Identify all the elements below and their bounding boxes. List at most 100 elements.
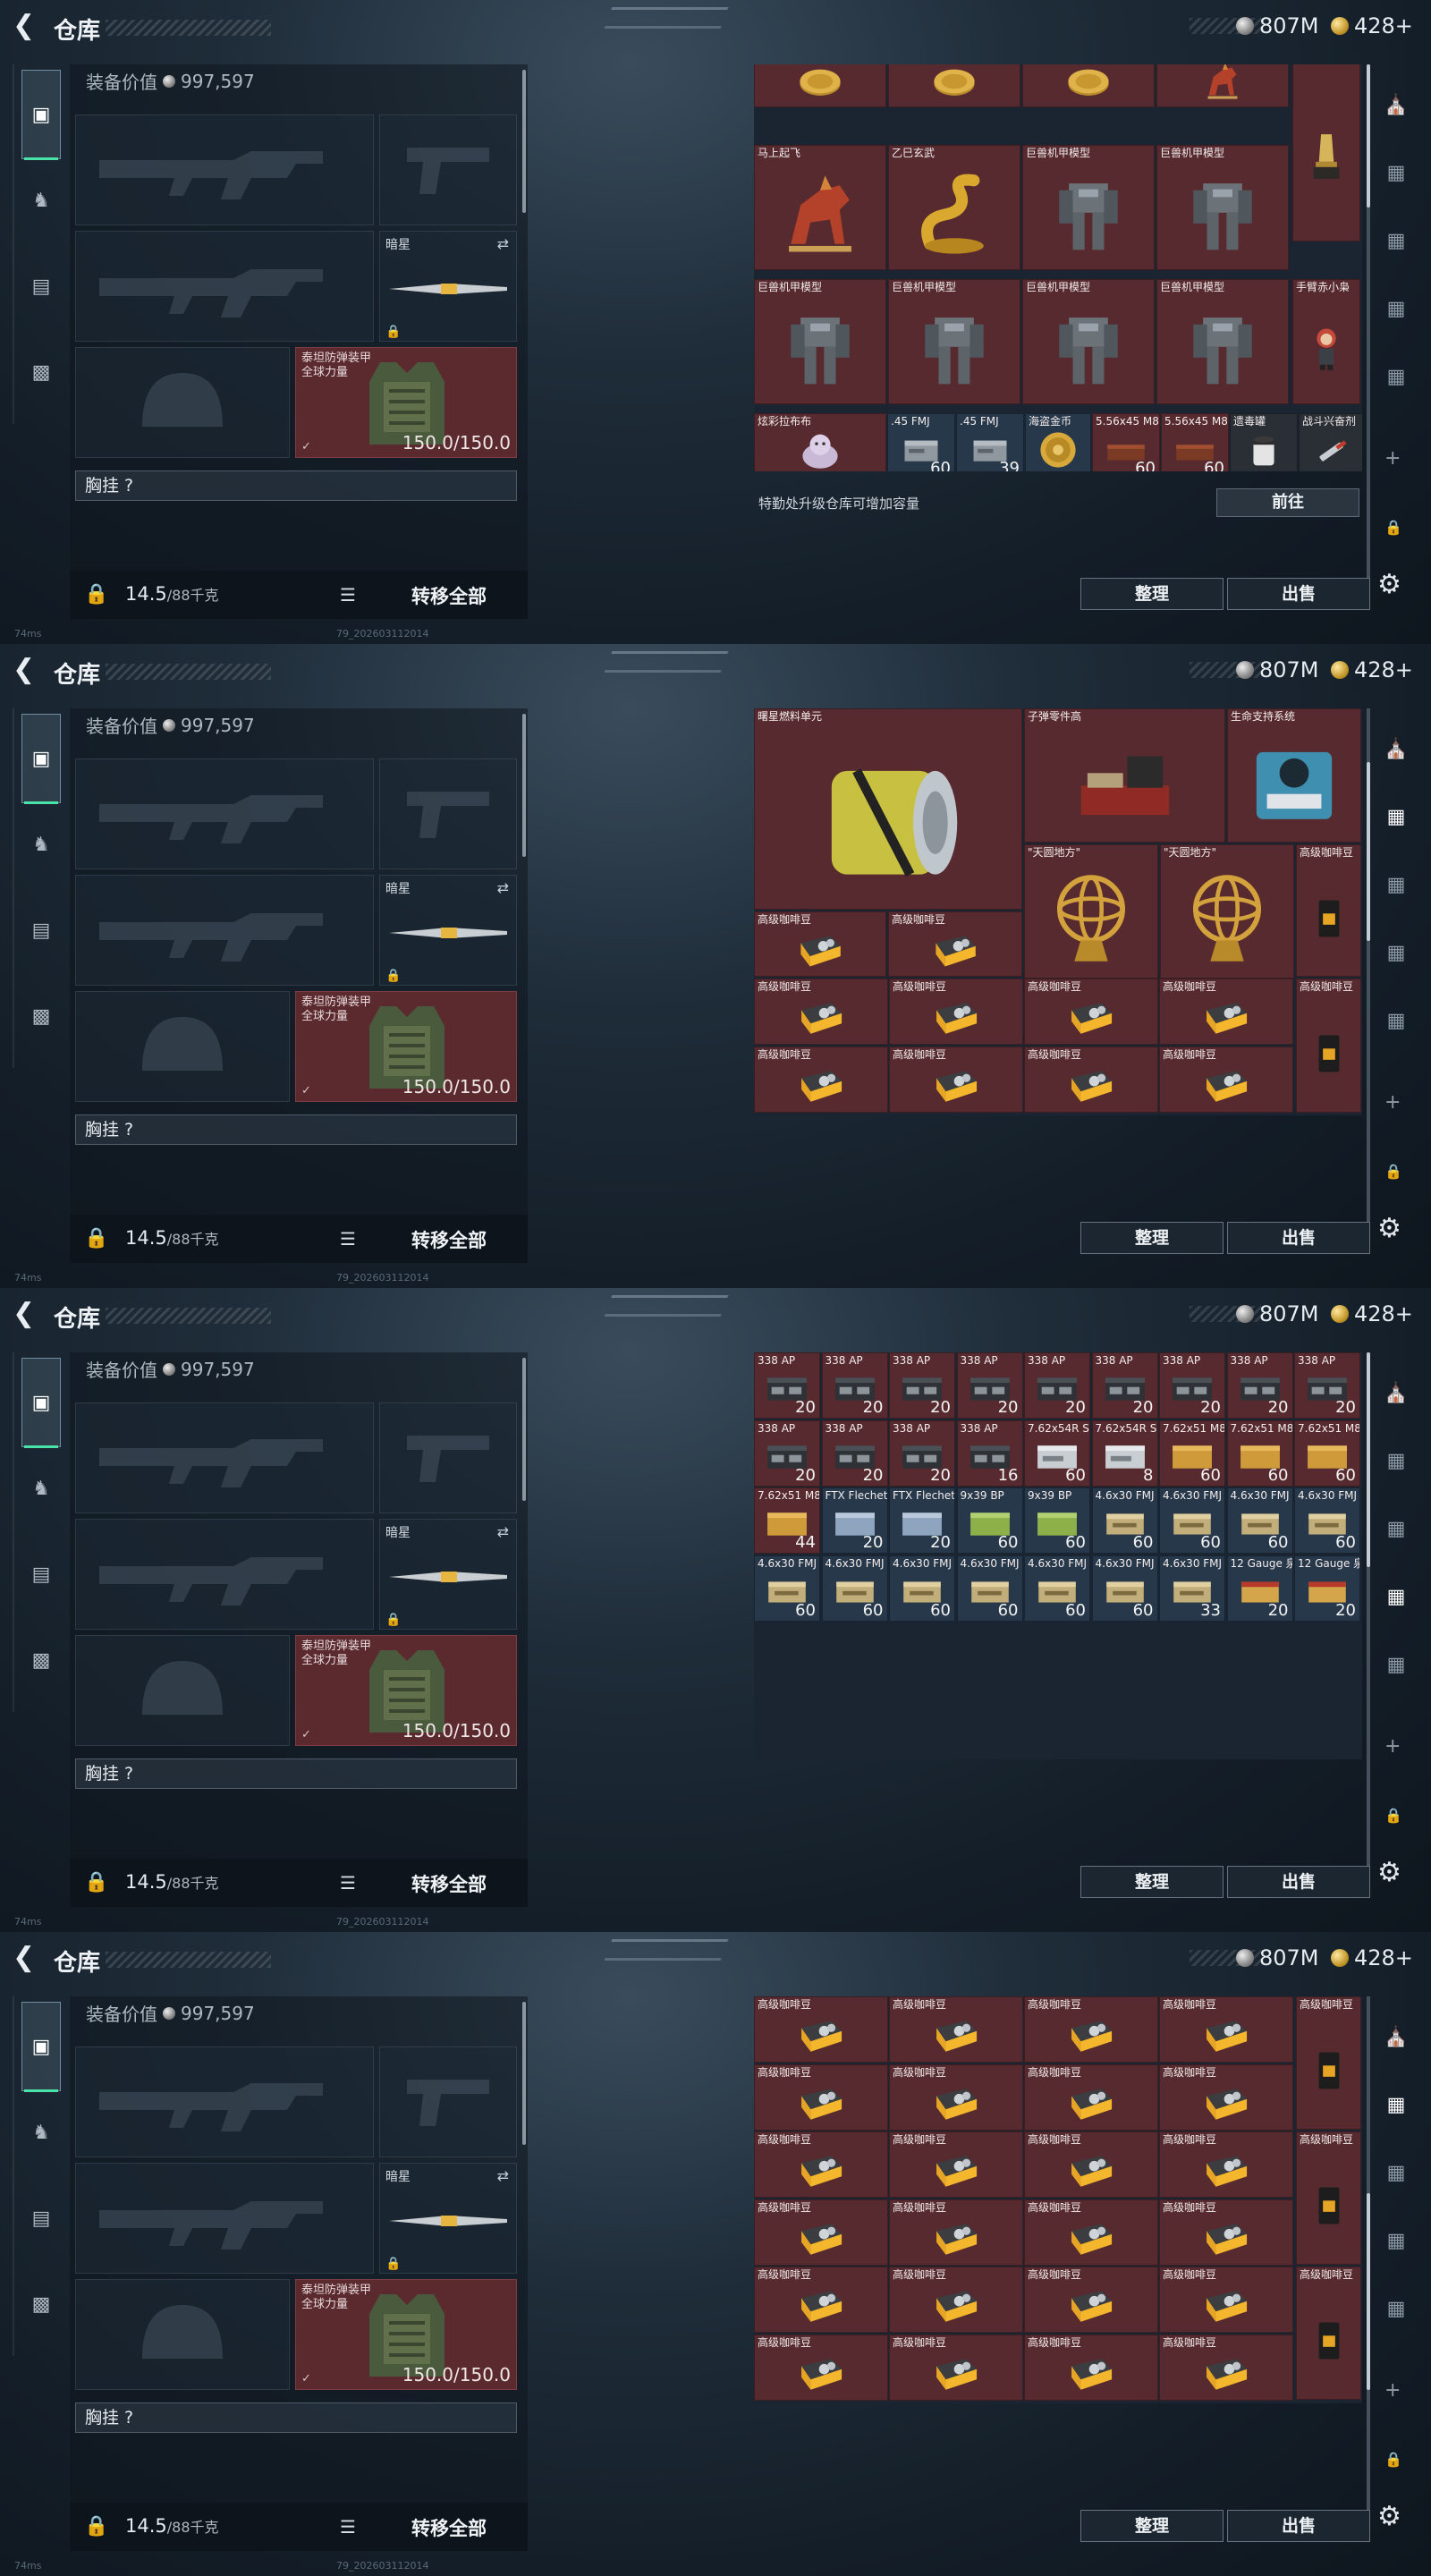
inventory-item[interactable]: 高级咖啡豆 [888, 911, 1022, 977]
ammo-item[interactable]: 338 AP 20 [956, 1352, 1023, 1419]
tab-backpack[interactable]: ▩ [21, 996, 61, 1036]
chest-rig-slot[interactable]: 胸挂 ? [75, 1758, 517, 1789]
inventory-item[interactable]: 子弹零件高 [1024, 708, 1225, 843]
inventory-item[interactable]: 高级咖啡豆 [754, 1996, 888, 2063]
ammo-item[interactable]: 9x39 BP 60 [1024, 1487, 1090, 1554]
organize-button[interactable]: 整理 [1080, 1222, 1224, 1254]
ammo-item[interactable]: 338 AP 20 [754, 1352, 820, 1419]
gear-icon[interactable]: ⚙ [1377, 2501, 1401, 2532]
inventory-item[interactable]: 手臂赤小枭 [1292, 279, 1360, 404]
tab-storage-5[interactable]: ▦ [1376, 1644, 1417, 1685]
ammo-item[interactable]: 4.6x30 FMJ SX 60 [1226, 1487, 1293, 1554]
tab-storage-5[interactable]: ▦ [1376, 356, 1417, 397]
tab-backpack[interactable]: ▩ [21, 352, 61, 392]
melee-slot[interactable]: 暗星 ⇄ 🔒 [379, 2163, 517, 2274]
inventory-item[interactable]: 高级咖啡豆 [1024, 2131, 1158, 2198]
inventory-item[interactable]: 海盗金币 [1025, 413, 1091, 471]
inventory-item[interactable]: 高级咖啡豆 [1024, 2063, 1158, 2131]
helmet-slot[interactable] [75, 991, 290, 1102]
gold-currency[interactable]: 428+ [1331, 1301, 1413, 1327]
secondary-weapon-slot[interactable] [75, 231, 374, 342]
inventory-item[interactable] [888, 64, 1020, 107]
tab-vest[interactable]: ▤ [21, 267, 61, 306]
tab-storage-2[interactable]: ▦ [1376, 2084, 1417, 2125]
armor-slot[interactable]: 泰坦防弹装甲 全球力量 ✓ 150.0/150.0 [295, 1635, 517, 1746]
swap-icon[interactable]: ⇄ [497, 1523, 509, 1540]
inventory-item[interactable]: .45 FMJ 60 [887, 413, 955, 471]
ammo-item[interactable]: 9x39 BP 60 [956, 1487, 1023, 1554]
inventory-item[interactable]: 高级咖啡豆 [1159, 979, 1293, 1045]
swap-icon[interactable]: ⇄ [497, 235, 509, 252]
inventory-item[interactable]: 高级咖啡豆 [754, 2334, 888, 2401]
ammo-item[interactable]: 7.62x51 M80 60 [1294, 1419, 1360, 1487]
inventory-item[interactable]: 高级咖啡豆 [1024, 2199, 1158, 2266]
ammo-item[interactable]: 4.6x30 FMJ SX 33 [1159, 1555, 1225, 1622]
inventory-item[interactable]: 高级咖啡豆 [754, 911, 886, 977]
organize-button[interactable]: 整理 [1080, 1866, 1224, 1898]
list-icon[interactable]: ☰ [340, 1228, 356, 1250]
ammo-item[interactable]: FTX Flechet 20 [889, 1487, 955, 1554]
organize-button[interactable]: 整理 [1080, 2510, 1224, 2542]
inventory-item[interactable]: 高级咖啡豆 [889, 2199, 1023, 2266]
ammo-item[interactable]: 338 AP 20 [754, 1419, 820, 1487]
transfer-all-button[interactable]: 转移全部 [411, 582, 487, 609]
sidearm-slot[interactable] [379, 758, 517, 869]
warehouse-grid[interactable]: 烽火纪念...马上起飞乙巳玄武巨兽机甲模型巨兽机甲模型巨兽机甲模型巨兽机甲模型巨… [754, 64, 1362, 471]
tab-storage-5[interactable]: ▦ [1376, 2288, 1417, 2329]
tab-vest[interactable]: ▤ [21, 2199, 61, 2238]
inventory-item[interactable]: 高级咖啡豆 [754, 1046, 888, 1113]
inventory-item[interactable]: 炫彩拉布布 [754, 413, 886, 471]
add-tab-icon[interactable]: + [1384, 1735, 1401, 1758]
transfer-all-button[interactable]: 转移全部 [411, 1870, 487, 1897]
inventory-item[interactable]: 高级咖啡豆 [1159, 1046, 1293, 1113]
inventory-item[interactable]: 高级咖啡豆 [889, 979, 1023, 1045]
ammo-item[interactable]: 4.6x30 FMJ SX 60 [1159, 1487, 1225, 1554]
organize-button[interactable]: 整理 [1080, 578, 1224, 610]
inventory-item[interactable]: 高级咖啡豆 [1296, 2267, 1361, 2400]
tab-helmet[interactable]: ♞ [21, 825, 61, 864]
inventory-item[interactable]: "天圆地方" [1024, 844, 1158, 979]
inventory-item[interactable]: 高级咖啡豆 [754, 2131, 888, 2198]
back-icon[interactable]: ❮ [13, 657, 39, 683]
warehouse-grid[interactable]: 曙星燃料单元 子弹零件高 生命支持系统 "天圆地方" "天圆地方" 高级咖啡豆 高级咖啡豆高… [754, 708, 1362, 1115]
inventory-item[interactable]: "天圆地方" [1160, 844, 1294, 979]
tab-weapons[interactable]: ▣ [21, 2002, 61, 2092]
ammo-item[interactable]: 338 AP 20 [889, 1419, 955, 1487]
inventory-item[interactable]: 高级咖啡豆 [1024, 1046, 1158, 1113]
inventory-item[interactable]: 巨兽机甲模型 [1156, 279, 1289, 404]
ammo-item[interactable]: 7.62x51 M80 60 [1226, 1419, 1293, 1487]
tab-storage-2[interactable]: ▦ [1376, 1440, 1417, 1481]
list-icon[interactable]: ☰ [340, 1872, 356, 1894]
tab-storage-2[interactable]: ▦ [1376, 152, 1417, 193]
inventory-item[interactable] [1022, 64, 1155, 107]
inventory-item[interactable]: 巨兽机甲模型 [1156, 145, 1289, 270]
swap-icon[interactable]: ⇄ [497, 2167, 509, 2184]
ammo-item[interactable]: 4.6x30 FMJ SX 60 [1091, 1555, 1158, 1622]
tab-storage-all[interactable]: ⛪ [1376, 84, 1417, 125]
equipment-scrollbar[interactable] [522, 70, 526, 213]
ammo-item[interactable]: 4.6x30 FMJ SX 60 [889, 1555, 955, 1622]
inventory-item[interactable]: 5.56x45 M855A1 60 [1092, 413, 1160, 471]
inventory-item[interactable]: 高级咖啡豆 [754, 2267, 888, 2333]
ammo-item[interactable]: 12 Gauge 泉弹 20 [1226, 1555, 1293, 1622]
inventory-item[interactable]: 马上起飞 [754, 145, 886, 270]
tab-storage-4[interactable]: ▦ [1376, 2220, 1417, 2261]
sidearm-slot[interactable] [379, 114, 517, 225]
inventory-item[interactable]: 巨兽机甲模型 [1022, 279, 1155, 404]
add-tab-icon[interactable]: + [1384, 447, 1401, 470]
tab-storage-3[interactable]: ▦ [1376, 1508, 1417, 1549]
ammo-item[interactable]: 338 AP 20 [1159, 1352, 1225, 1419]
ammo-item[interactable]: 7.62x54R SNB 8 [1091, 1419, 1158, 1487]
inventory-item[interactable]: 高级咖啡豆 [1024, 979, 1158, 1045]
tab-helmet[interactable]: ♞ [21, 181, 61, 220]
tab-storage-all[interactable]: ⛪ [1376, 728, 1417, 769]
inventory-item[interactable]: 乙巳玄武 [888, 145, 1020, 270]
transfer-all-button[interactable]: 转移全部 [411, 1226, 487, 1253]
tab-storage-4[interactable]: ▦ [1376, 1576, 1417, 1617]
tab-storage-3[interactable]: ▦ [1376, 220, 1417, 261]
ammo-item[interactable]: 338 AP 20 [821, 1419, 888, 1487]
ammo-item[interactable]: 4.6x30 FMJ SX 60 [1091, 1487, 1158, 1554]
inventory-item[interactable]: 高级咖啡豆 [1159, 2334, 1293, 2401]
armor-slot[interactable]: 泰坦防弹装甲 全球力量 ✓ 150.0/150.0 [295, 991, 517, 1102]
primary-weapon-slot[interactable] [75, 758, 374, 869]
